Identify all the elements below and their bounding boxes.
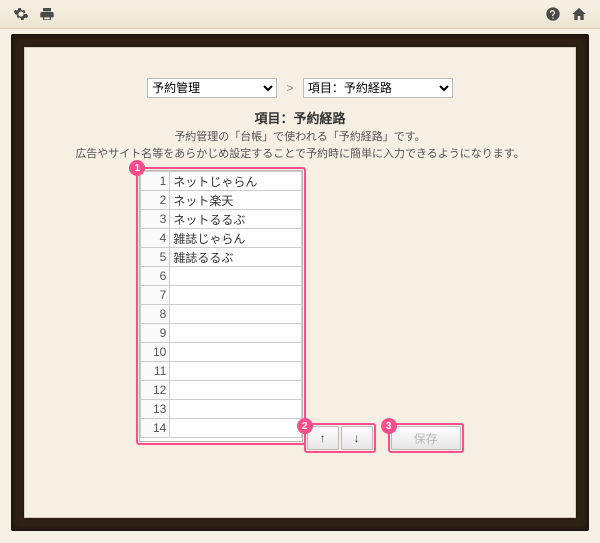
row-number: 10	[141, 343, 170, 362]
row-value[interactable]	[170, 305, 302, 324]
list-annotation: 1 1ネットじゃらん2ネット楽天3ネットるるぶ4雑誌じゃらん5雑誌るるぶ6789…	[139, 170, 303, 442]
home-icon[interactable]	[570, 5, 588, 23]
page-description: 予約管理の「台帳」で使われる「予約経路」です。 広告やサイト名等をあらかじめ設定…	[25, 129, 575, 162]
table-row[interactable]: 8	[141, 305, 302, 324]
table-row[interactable]: 10	[141, 343, 302, 362]
table-row[interactable]: 5雑誌るるぶ	[141, 248, 302, 267]
table-row[interactable]: 4雑誌じゃらん	[141, 229, 302, 248]
row-value[interactable]	[170, 381, 302, 400]
row-number: 4	[141, 229, 170, 248]
table-row[interactable]: 12	[141, 381, 302, 400]
row-value[interactable]	[170, 362, 302, 381]
row-value[interactable]: ネットじゃらん	[170, 172, 302, 191]
route-table: 1ネットじゃらん2ネット楽天3ネットるるぶ4雑誌じゃらん5雑誌るるぶ678910…	[140, 171, 302, 438]
annotation-badge-2: 2	[297, 418, 313, 434]
row-number: 11	[141, 362, 170, 381]
route-list[interactable]: 1ネットじゃらん2ネット楽天3ネットるるぶ4雑誌じゃらん5雑誌るるぶ678910…	[139, 170, 303, 442]
row-number: 3	[141, 210, 170, 229]
arrows-annotation: 2 ↑ ↓	[307, 426, 373, 450]
row-value[interactable]	[170, 343, 302, 362]
content-panel: 予約管理 > 項目：予約経路 項目：予約経路 予約管理の「台帳」で使われる「予約…	[24, 47, 576, 518]
table-row[interactable]: 7	[141, 286, 302, 305]
row-number: 9	[141, 324, 170, 343]
row-value[interactable]: ネットるるぶ	[170, 210, 302, 229]
row-value[interactable]	[170, 400, 302, 419]
row-number: 1	[141, 172, 170, 191]
row-value[interactable]	[170, 324, 302, 343]
top-toolbar	[0, 0, 600, 29]
item-select[interactable]: 項目：予約経路	[303, 78, 453, 98]
row-value[interactable]	[170, 286, 302, 305]
row-number: 14	[141, 419, 170, 438]
row-value[interactable]: 雑誌るるぶ	[170, 248, 302, 267]
row-value[interactable]: ネット楽天	[170, 191, 302, 210]
table-row[interactable]: 14	[141, 419, 302, 438]
row-number: 6	[141, 267, 170, 286]
save-annotation: 3 保存	[391, 426, 461, 450]
row-value[interactable]	[170, 419, 302, 438]
table-row[interactable]: 11	[141, 362, 302, 381]
table-row[interactable]: 13	[141, 400, 302, 419]
printer-icon[interactable]	[38, 5, 56, 23]
help-icon[interactable]	[544, 5, 562, 23]
move-down-button[interactable]: ↓	[341, 426, 373, 450]
breadcrumb-separator: >	[286, 81, 293, 95]
row-value[interactable]	[170, 267, 302, 286]
gear-icon[interactable]	[12, 5, 30, 23]
page-title: 項目：予約経路	[25, 108, 575, 127]
row-number: 12	[141, 381, 170, 400]
row-number: 8	[141, 305, 170, 324]
window-frame: 予約管理 > 項目：予約経路 項目：予約経路 予約管理の「台帳」で使われる「予約…	[11, 34, 589, 531]
table-row[interactable]: 1ネットじゃらん	[141, 172, 302, 191]
save-button[interactable]: 保存	[391, 426, 461, 450]
row-number: 2	[141, 191, 170, 210]
breadcrumb-selects: 予約管理 > 項目：予約経路	[25, 78, 575, 98]
table-row[interactable]: 9	[141, 324, 302, 343]
table-row[interactable]: 6	[141, 267, 302, 286]
table-row[interactable]: 3ネットるるぶ	[141, 210, 302, 229]
annotation-badge-3: 3	[381, 418, 397, 434]
row-number: 13	[141, 400, 170, 419]
row-value[interactable]: 雑誌じゃらん	[170, 229, 302, 248]
row-number: 5	[141, 248, 170, 267]
row-number: 7	[141, 286, 170, 305]
category-select[interactable]: 予約管理	[147, 78, 277, 98]
table-row[interactable]: 2ネット楽天	[141, 191, 302, 210]
